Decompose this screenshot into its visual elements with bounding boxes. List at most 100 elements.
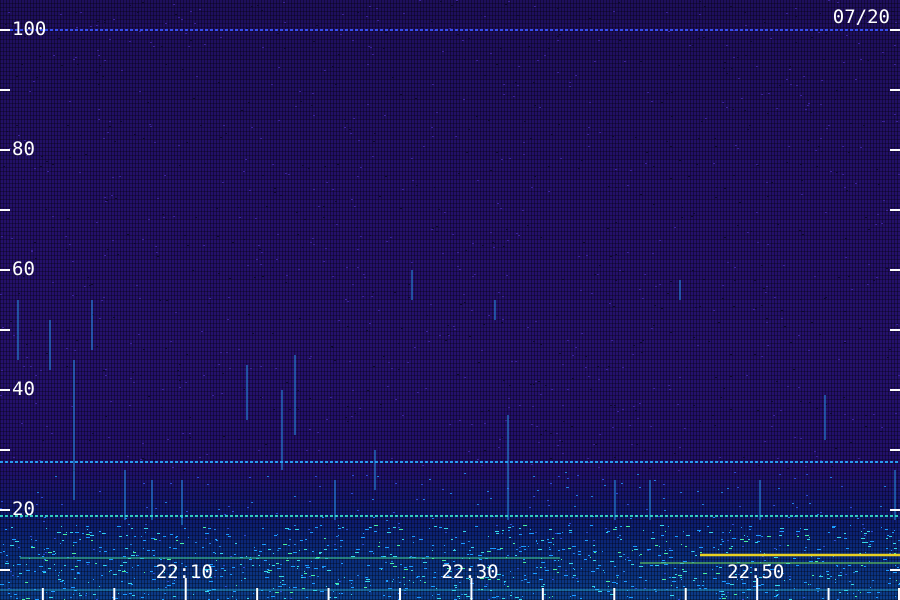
noise-speck — [766, 322, 768, 323]
signal-band-speck — [301, 575, 303, 576]
noise-speck — [872, 580, 874, 581]
noise-speck — [326, 464, 328, 465]
noise-speck — [239, 217, 241, 218]
noise-speck — [783, 265, 785, 266]
noise-speck — [873, 414, 875, 415]
noise-speck — [391, 458, 393, 459]
noise-speck — [815, 150, 817, 151]
signal-band-speck — [429, 528, 430, 529]
noise-speck — [631, 444, 633, 445]
signal-band-speck — [651, 538, 655, 539]
noise-speck — [540, 237, 542, 238]
noise-speck — [639, 403, 641, 404]
noise-speck — [444, 552, 446, 553]
signal-band-speck — [143, 540, 146, 541]
noise-speck — [51, 433, 53, 434]
noise-speck — [13, 335, 15, 336]
noise-speck — [825, 212, 827, 213]
signal-band-speck — [402, 539, 404, 540]
noise-speck — [215, 367, 217, 368]
noise-speck — [557, 36, 559, 37]
noise-speck — [276, 259, 278, 260]
noise-speck — [800, 401, 802, 402]
signal-band-speck — [275, 592, 279, 593]
signal-band-speck — [121, 581, 123, 582]
noise-speck — [156, 252, 158, 253]
noise-speck — [744, 12, 746, 13]
signal-band-speck — [413, 582, 414, 583]
noise-speck — [275, 368, 277, 369]
signal-band-speck — [15, 541, 19, 542]
noise-speck — [75, 57, 77, 58]
signal-band-speck — [444, 528, 448, 529]
noise-speck — [602, 479, 604, 480]
signal-band-speck — [887, 535, 889, 536]
signal-band-speck — [608, 586, 609, 587]
noise-speck — [733, 30, 735, 31]
noise-speck — [654, 480, 656, 481]
signal-band-speck — [128, 583, 132, 584]
signal-band-speck — [8, 582, 10, 583]
noise-speck — [98, 109, 100, 110]
noise-speck — [509, 385, 511, 386]
signal-band-speck — [562, 532, 563, 533]
noise-speck — [41, 497, 43, 498]
signal-band-speck — [471, 547, 474, 548]
noise-speck — [67, 218, 69, 219]
noise-speck — [845, 238, 847, 239]
noise-speck — [439, 335, 441, 336]
signal-band-speck — [615, 527, 617, 528]
noise-speck — [360, 236, 362, 237]
noise-speck — [417, 392, 419, 393]
signal-band-speck — [847, 593, 848, 594]
noise-speck — [142, 458, 144, 459]
noise-speck — [407, 362, 409, 363]
signal-band-speck — [549, 597, 550, 598]
signal-band-speck — [118, 593, 119, 594]
signal-band-speck — [400, 564, 402, 565]
signal-band-speck — [541, 562, 545, 563]
noise-speck — [586, 532, 588, 533]
noise-speck — [278, 67, 280, 68]
noise-speck — [537, 490, 539, 491]
noise-speck — [221, 393, 223, 394]
signal-band-speck — [232, 567, 235, 568]
noise-speck — [351, 493, 353, 494]
noise-speck — [664, 573, 666, 574]
signal-band-speck — [426, 556, 429, 557]
signal-band-speck — [704, 588, 707, 589]
noise-speck — [357, 176, 359, 177]
signal-band-speck — [290, 592, 293, 593]
noise-speck — [322, 517, 324, 518]
signal-band-speck — [299, 550, 300, 551]
noise-speck — [644, 588, 646, 589]
signal-band-speck — [424, 582, 426, 583]
noise-speck — [509, 158, 511, 159]
signal-band-speck — [515, 597, 519, 598]
noise-speck — [232, 242, 234, 243]
noise-speck — [93, 549, 95, 550]
noise-speck — [594, 61, 596, 62]
noise-speck — [878, 184, 880, 185]
noise-speck — [739, 202, 741, 203]
noise-speck — [767, 113, 769, 114]
noise-speck — [186, 511, 188, 512]
signal-band-speck — [721, 596, 723, 597]
signal-band-speck — [46, 592, 47, 593]
noise-speck — [800, 438, 802, 439]
signal-band-speck — [259, 551, 262, 552]
noise-speck — [763, 288, 765, 289]
signal-band-speck — [837, 566, 838, 567]
signal-band-speck — [283, 584, 286, 585]
noise-speck — [896, 121, 898, 122]
noise-speck — [806, 495, 808, 496]
noise-speck — [43, 521, 45, 522]
signal-band-speck — [150, 571, 153, 572]
noise-speck — [761, 94, 763, 95]
noise-speck — [533, 496, 535, 497]
noise-speck — [6, 561, 8, 562]
noise-speck — [559, 34, 561, 35]
signal-band-speck — [561, 559, 562, 560]
noise-speck — [627, 252, 629, 253]
noise-speck — [814, 31, 816, 32]
